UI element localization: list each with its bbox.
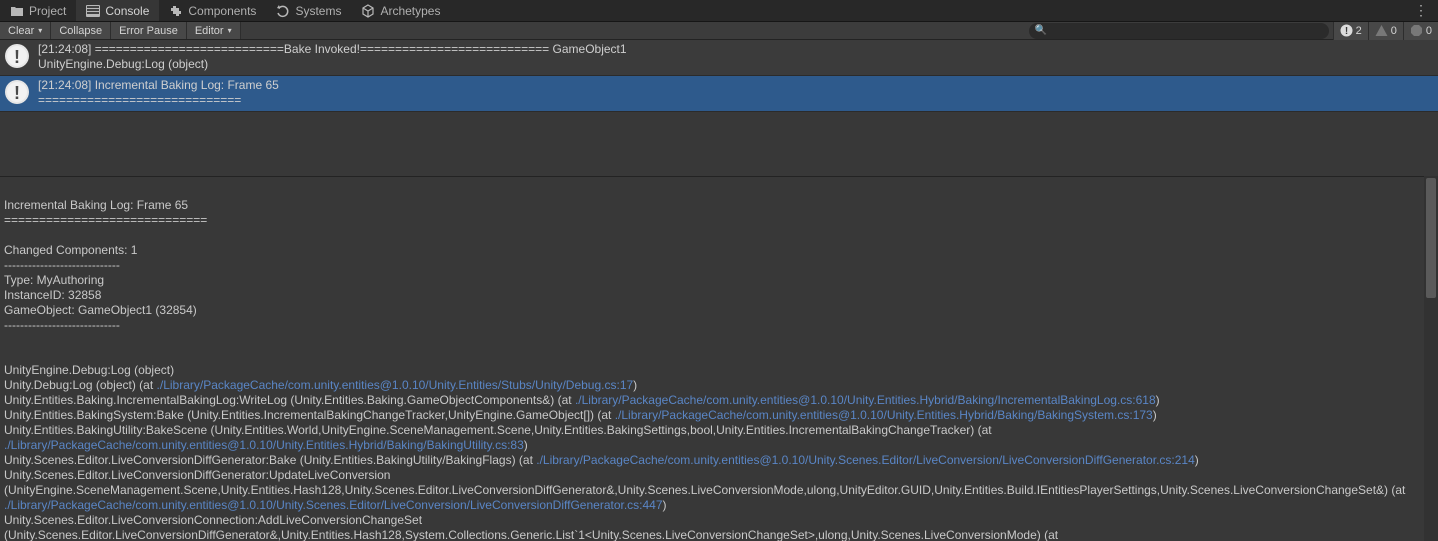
log-entry-text: [21:24:08] ===========================Ba… <box>38 42 627 72</box>
tab-label: Components <box>188 4 256 18</box>
stack-line: Unity.Debug:Log (object) (at <box>4 378 157 392</box>
editor-dropdown[interactable]: Editor <box>187 22 241 39</box>
clear-button[interactable]: Clear <box>0 22 51 39</box>
tab-components[interactable]: Components <box>159 0 266 21</box>
stack-link[interactable]: ./Library/PackageCache/com.unity.entitie… <box>575 393 1156 407</box>
stack-line: Unity.Scenes.Editor.LiveConversionConnec… <box>4 513 1061 541</box>
svg-text:!: ! <box>1344 26 1347 37</box>
cube-icon <box>361 4 375 18</box>
log-entry[interactable]: ! [21:24:08] ===========================… <box>0 40 1438 76</box>
log-entries: ! [21:24:08] ===========================… <box>0 40 1438 112</box>
gameobject-line: GameObject: GameObject1 (32854) <box>4 303 197 317</box>
stack-line: Unity.Scenes.Editor.LiveConversionDiffGe… <box>4 468 1409 497</box>
search-icon: 🔍 <box>1035 25 1047 36</box>
stack-trace-panel: Incremental Baking Log: Frame 65 =======… <box>0 176 1424 541</box>
cycle-icon <box>276 4 290 18</box>
tab-label: Project <box>29 4 66 18</box>
tab-label: Archetypes <box>380 4 440 18</box>
puzzle-icon <box>169 4 183 18</box>
svg-text:!: ! <box>14 47 20 67</box>
changed-components: Changed Components: 1 ------------------… <box>4 243 137 272</box>
tab-console[interactable]: Console <box>76 0 159 21</box>
tab-project[interactable]: Project <box>0 0 76 21</box>
stack-line: Unity.Entities.Baking.IncrementalBakingL… <box>4 393 575 407</box>
log-entry[interactable]: ! [21:24:08] Incremental Baking Log: Fra… <box>0 76 1438 112</box>
info-icon: ! <box>4 78 32 105</box>
svg-text:!: ! <box>14 83 20 103</box>
error-icon <box>1410 24 1423 37</box>
stack-link[interactable]: ./Library/PackageCache/com.unity.entitie… <box>536 453 1195 467</box>
stack-line: Unity.Scenes.Editor.LiveConversionDiffGe… <box>4 453 536 467</box>
error-pause-button[interactable]: Error Pause <box>111 22 187 39</box>
instance-line: InstanceID: 32858 <box>4 288 101 302</box>
stack-link[interactable]: ./Library/PackageCache/com.unity.entitie… <box>4 438 524 452</box>
stack-line: UnityEngine.Debug:Log (object) <box>4 363 174 377</box>
log-entry-text: [21:24:08] Incremental Baking Log: Frame… <box>38 78 279 108</box>
warn-counter[interactable]: 0 <box>1368 22 1403 40</box>
warning-icon <box>1375 24 1388 37</box>
search-field[interactable]: 🔍 <box>1029 23 1329 39</box>
scrollbar-thumb[interactable] <box>1426 178 1436 298</box>
tab-systems[interactable]: Systems <box>266 0 351 21</box>
tab-bar: Project Console Components Systems Arche… <box>0 0 1438 22</box>
warn-count: 0 <box>1391 25 1397 37</box>
type-line: Type: MyAuthoring <box>4 273 104 287</box>
vertical-scrollbar[interactable] <box>1424 176 1438 541</box>
tab-menu-icon[interactable]: ⋮ <box>1404 2 1438 19</box>
info-count: 2 <box>1356 25 1362 37</box>
collapse-button[interactable]: Collapse <box>51 22 111 39</box>
stack-link[interactable]: ./Library/PackageCache/com.unity.entitie… <box>4 498 663 512</box>
folder-icon <box>10 5 24 17</box>
info-icon: ! <box>4 42 32 69</box>
tab-label: Console <box>105 4 149 18</box>
stack-link[interactable]: ./Library/PackageCache/com.unity.entitie… <box>615 408 1153 422</box>
console-toolbar: Clear Collapse Error Pause Editor 🔍 ! 2 … <box>0 22 1438 40</box>
stack-link[interactable]: ./Library/PackageCache/com.unity.entitie… <box>157 378 634 392</box>
tab-label: Systems <box>295 4 341 18</box>
detail-header: Incremental Baking Log: Frame 65 =======… <box>4 198 207 227</box>
error-count: 0 <box>1426 25 1432 37</box>
stack-line: Unity.Entities.BakingSystem:Bake (Unity.… <box>4 408 615 422</box>
info-icon: ! <box>1340 24 1353 37</box>
tab-archetypes[interactable]: Archetypes <box>351 0 450 21</box>
stack-line: Unity.Entities.BakingUtility:BakeScene (… <box>4 423 995 437</box>
search-input[interactable] <box>1051 25 1323 37</box>
console-icon <box>86 5 100 17</box>
info-counter[interactable]: ! 2 <box>1333 22 1368 40</box>
divider-line: ----------------------------- <box>4 318 120 332</box>
error-counter[interactable]: 0 <box>1403 22 1438 40</box>
